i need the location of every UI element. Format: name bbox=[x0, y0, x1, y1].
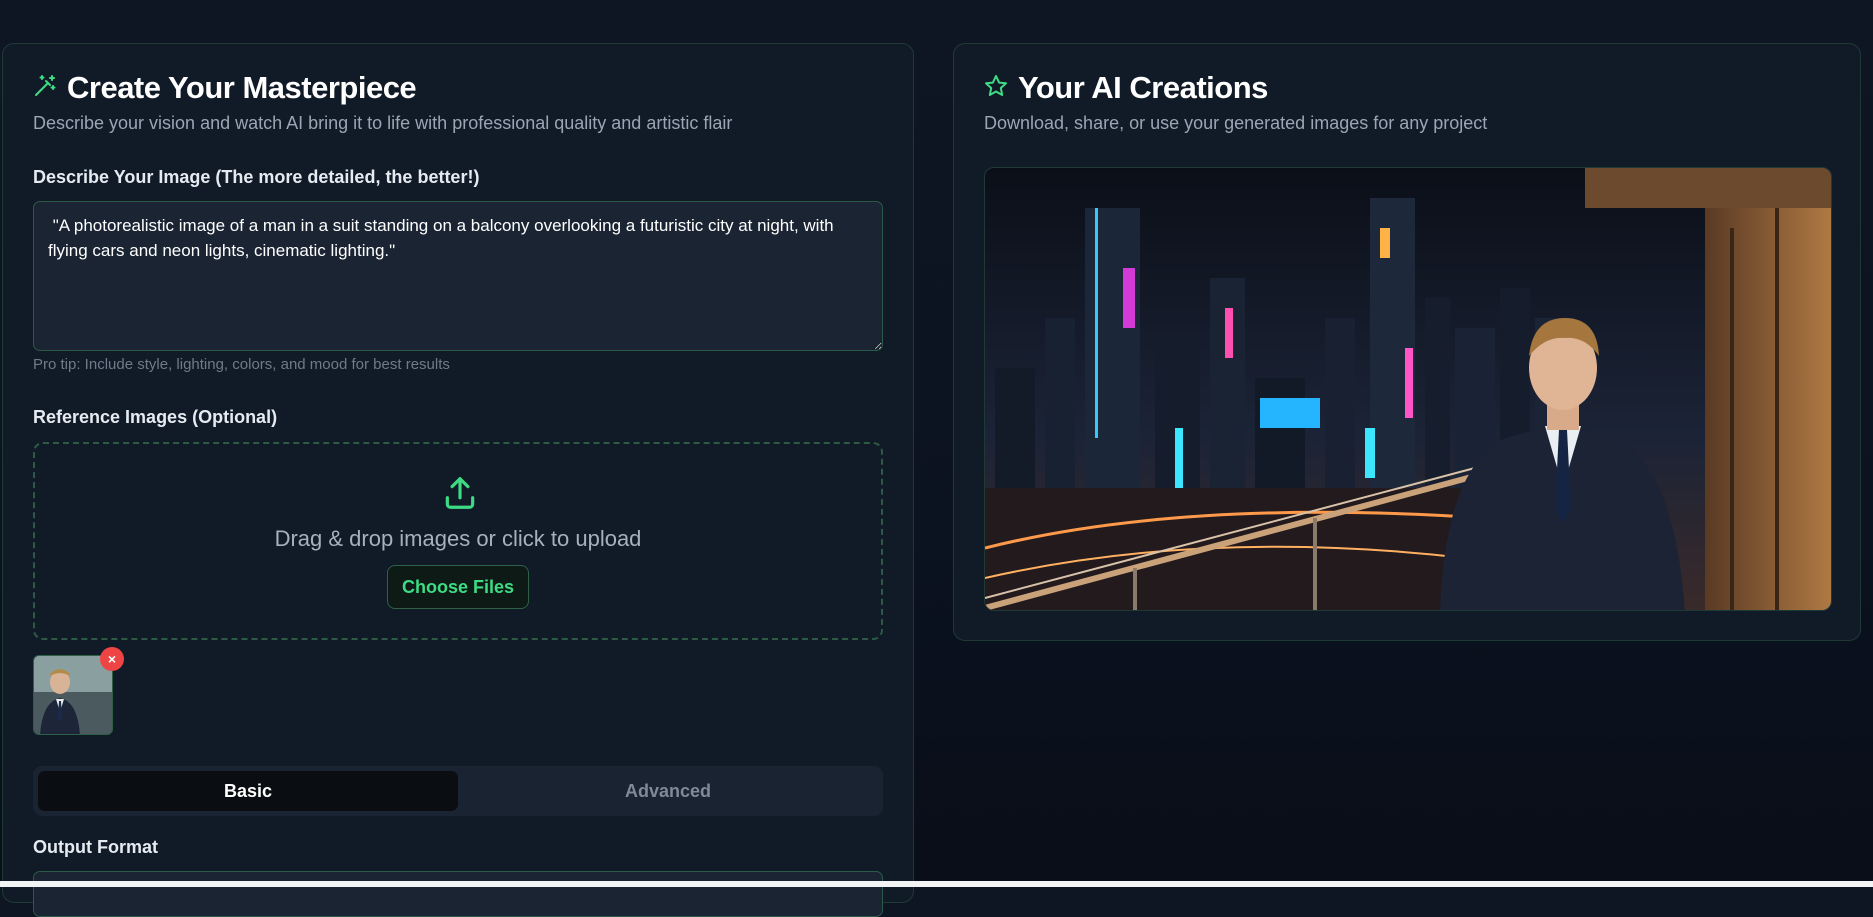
reference-label: Reference Images (Optional) bbox=[33, 407, 278, 427]
image-dropzone[interactable]: Drag & drop images or click to upload Ch… bbox=[33, 442, 883, 640]
creations-title-text: Your AI Creations bbox=[1018, 70, 1268, 105]
upload-icon bbox=[441, 474, 479, 517]
creations-panel-title: Your AI Creations bbox=[984, 70, 1268, 106]
creations-subtitle: Download, share, or use your generated i… bbox=[984, 113, 1488, 133]
pro-tip: Pro tip: Include style, lighting, colors… bbox=[33, 356, 450, 373]
close-icon: × bbox=[107, 651, 117, 667]
create-title-text: Create Your Masterpiece bbox=[67, 70, 417, 105]
prompt-label: Describe Your Image (The more detailed, … bbox=[33, 167, 480, 187]
generated-image[interactable] bbox=[984, 167, 1832, 611]
tab-basic[interactable]: Basic bbox=[38, 771, 458, 811]
create-panel-title: Create Your Masterpiece bbox=[33, 70, 417, 106]
remove-reference-button[interactable]: × bbox=[100, 647, 124, 671]
reference-thumbnail bbox=[33, 655, 113, 735]
create-subtitle: Describe your vision and watch AI bring … bbox=[33, 113, 733, 133]
create-panel: Create Your Masterpiece Describe your vi… bbox=[2, 43, 914, 917]
output-format-select[interactable] bbox=[33, 871, 883, 917]
magic-wand-icon bbox=[33, 70, 57, 106]
bottom-bar bbox=[0, 881, 1873, 887]
settings-tabs: Basic Advanced bbox=[33, 766, 883, 816]
creations-panel: Your AI Creations Download, share, or us… bbox=[953, 43, 1861, 641]
prompt-textarea[interactable] bbox=[33, 201, 883, 351]
tab-advanced[interactable]: Advanced bbox=[458, 771, 878, 811]
star-icon bbox=[984, 70, 1008, 106]
dropzone-text: Drag & drop images or click to upload bbox=[274, 526, 642, 551]
choose-files-button[interactable]: Choose Files bbox=[387, 565, 529, 609]
output-format-label: Output Format bbox=[33, 837, 158, 857]
